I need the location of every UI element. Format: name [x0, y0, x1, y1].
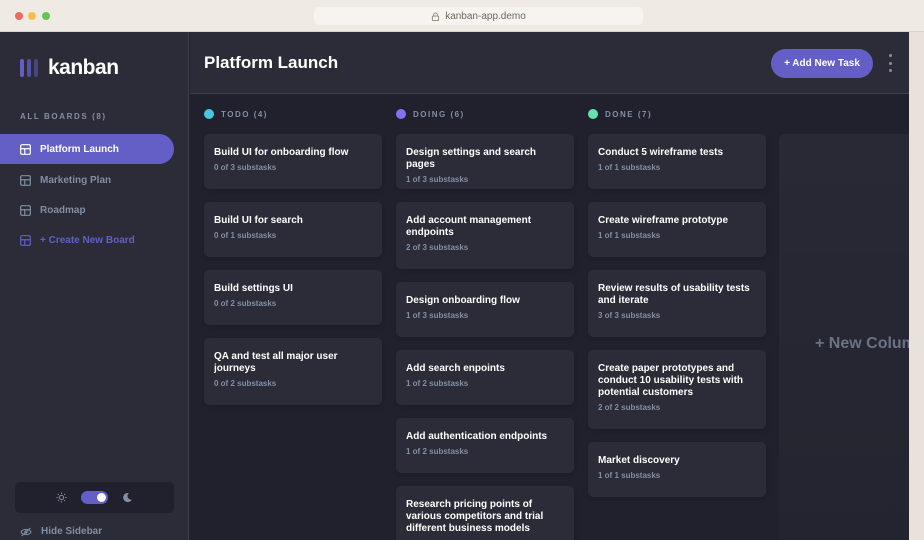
column-header: DONE (7)	[588, 109, 652, 119]
sun-icon	[56, 492, 67, 503]
column-header: DOING (6)	[396, 109, 465, 119]
sidebar-item-platform-launch[interactable]: Platform Launch	[0, 134, 174, 164]
task-title: QA and test all major user journeys	[214, 351, 338, 374]
task-title: Design onboarding flow	[406, 295, 520, 306]
task-card[interactable]: QA and test all major user journeys 0 of…	[204, 338, 382, 405]
theme-toggle	[15, 482, 174, 513]
column-color-dot	[396, 109, 406, 119]
task-substasks: 1 of 2 substasks	[406, 379, 469, 388]
task-card[interactable]: Build UI for search 0 of 1 substasks	[204, 202, 382, 257]
sidebar-item-marketing-plan[interactable]: Marketing Plan	[0, 165, 174, 195]
task-title: Conduct 5 wireframe tests	[598, 147, 724, 158]
task-card[interactable]: Build UI for onboarding flow 0 of 3 subs…	[204, 134, 382, 189]
lock-icon	[432, 11, 440, 21]
create-new-board-button[interactable]: + Create New Board	[0, 225, 174, 255]
sidebar: kanban ALL BOARDS (8) Platform Launch Ma…	[0, 32, 189, 540]
hide-sidebar-button[interactable]: Hide Sidebar	[20, 526, 102, 537]
board-icon	[20, 174, 31, 186]
sidebar-item-roadmap[interactable]: Roadmap	[0, 195, 174, 225]
board-label: Roadmap	[40, 204, 86, 216]
task-card[interactable]: Research pricing points of various compe…	[396, 486, 574, 540]
task-title: Build UI for onboarding flow	[214, 147, 349, 158]
logo-text: kanban	[48, 56, 119, 79]
column-color-dot	[204, 109, 214, 119]
logo: kanban	[20, 56, 119, 80]
logo-icon	[20, 59, 38, 77]
task-card[interactable]: Review results of usability tests and it…	[588, 270, 766, 337]
task-title: Research pricing points of various compe…	[406, 499, 544, 534]
board-header: Platform Launch + Add New Task	[190, 32, 909, 94]
column-title: TODO (4)	[221, 109, 268, 119]
task-card[interactable]: Market discovery 1 of 1 substasks	[588, 442, 766, 497]
task-substasks: 1 of 1 substasks	[598, 471, 661, 480]
task-title: Add search enpoints	[406, 363, 505, 374]
task-substasks: 1 of 3 substasks	[406, 311, 469, 320]
task-substasks: 1 of 1 substasks	[598, 163, 661, 172]
task-title: Add account management endpoints	[406, 215, 532, 238]
add-new-task-button[interactable]: + Add New Task	[771, 49, 873, 78]
task-title: Build UI for search	[214, 215, 303, 226]
column-title: DOING (6)	[413, 109, 465, 119]
task-substasks: 3 of 3 substasks	[598, 311, 661, 320]
task-substasks: 1 of 1 substasks	[598, 231, 661, 240]
task-title: Add authentication endpoints	[406, 431, 548, 442]
task-card[interactable]: Design onboarding flow 1 of 3 substasks	[396, 282, 574, 337]
new-column-label: + New Column	[815, 335, 909, 352]
board-label: Marketing Plan	[40, 174, 112, 186]
task-substasks: 0 of 1 substasks	[214, 231, 277, 240]
task-substasks: 0 of 2 substasks	[214, 379, 277, 388]
create-board-label: + Create New Board	[40, 234, 135, 246]
task-substasks: 1 of 3 substasks	[406, 175, 469, 184]
task-substasks: 0 of 3 substasks	[214, 163, 277, 172]
minimize-window-button[interactable]	[28, 12, 36, 20]
task-card[interactable]: Create wireframe prototype 1 of 1 substa…	[588, 202, 766, 257]
board-icon	[20, 204, 31, 216]
task-substasks: 0 of 2 substasks	[214, 299, 277, 308]
task-title: Build settings UI	[214, 283, 293, 294]
all-boards-heading: ALL BOARDS (8)	[20, 112, 107, 121]
task-card[interactable]: Add account management endpoints 2 of 3 …	[396, 202, 574, 269]
task-card[interactable]: Design settings and search pages 1 of 3 …	[396, 134, 574, 189]
browser-toolbar: kanban-app.demo	[0, 0, 924, 32]
task-substasks: 2 of 3 substasks	[406, 243, 469, 252]
hide-sidebar-label: Hide Sidebar	[41, 526, 103, 537]
board-icon	[20, 143, 31, 155]
column-header: TODO (4)	[204, 109, 268, 119]
address-bar[interactable]: kanban-app.demo	[314, 7, 643, 25]
kanban-app: kanban ALL BOARDS (8) Platform Launch Ma…	[0, 32, 909, 540]
column-title: DONE (7)	[605, 109, 653, 119]
url-text: kanban-app.demo	[445, 10, 526, 22]
board-icon	[20, 234, 31, 246]
eye-slash-icon	[20, 527, 32, 536]
task-card[interactable]: Add search enpoints 1 of 2 substasks	[396, 350, 574, 405]
task-title: Design settings and search pages	[406, 147, 537, 170]
task-title: Review results of usability tests and it…	[598, 283, 750, 306]
page-title: Platform Launch	[204, 53, 339, 72]
task-title: Create wireframe prototype	[598, 215, 729, 226]
close-window-button[interactable]	[15, 12, 23, 20]
window-edge	[909, 32, 924, 540]
task-card[interactable]: Conduct 5 wireframe tests 1 of 1 substas…	[588, 134, 766, 189]
task-title: Create paper prototypes and conduct 10 u…	[598, 363, 744, 398]
task-substasks: 1 of 2 substasks	[406, 447, 469, 456]
task-card[interactable]: Add authentication endpoints 1 of 2 subs…	[396, 418, 574, 473]
column-color-dot	[588, 109, 598, 119]
board-label: Platform Launch	[40, 143, 119, 155]
more-options-icon[interactable]	[886, 54, 894, 72]
task-substasks: 2 of 2 substasks	[598, 403, 661, 412]
task-card[interactable]: Build settings UI 0 of 2 substasks	[204, 270, 382, 325]
maximize-window-button[interactable]	[42, 12, 50, 20]
moon-icon	[123, 492, 132, 503]
task-card[interactable]: Create paper prototypes and conduct 10 u…	[588, 350, 766, 429]
new-column-button[interactable]: + New Column	[779, 134, 909, 540]
theme-switch[interactable]	[81, 491, 108, 504]
switch-knob	[97, 493, 106, 502]
task-title: Market discovery	[598, 455, 680, 466]
